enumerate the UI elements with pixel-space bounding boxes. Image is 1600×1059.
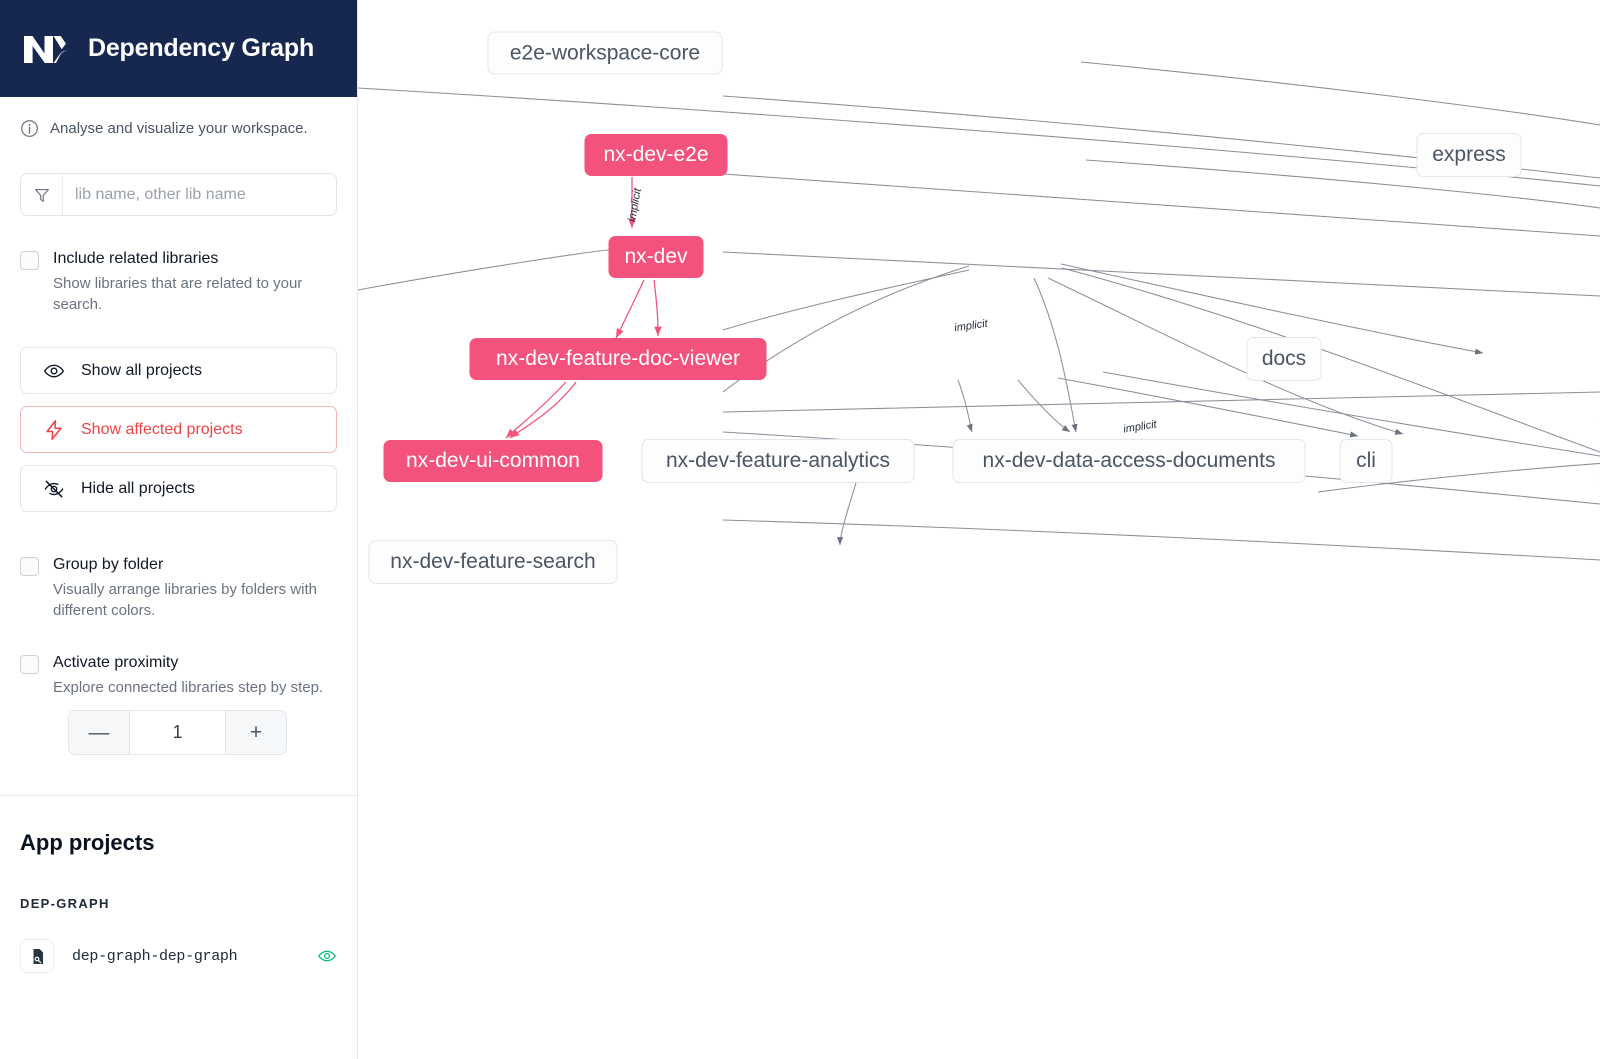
dependency-graph-app: Dependency Graph Analyse and visualize y… — [0, 0, 1600, 1059]
graph-node-e2e-workspace-core[interactable]: e2e-workspace-core — [487, 31, 723, 75]
list-item[interactable]: dep-graph-dep-graph — [20, 939, 337, 974]
graph-node-nx-dev-e2e[interactable]: nx-dev-e2e — [584, 134, 728, 176]
graph-node-nx-dev-data-access-documents[interactable]: nx-dev-data-access-documents — [952, 439, 1306, 483]
project-icon — [20, 939, 54, 974]
graph-node-docs[interactable]: docs — [1246, 337, 1322, 381]
projects-heading: App projects — [20, 830, 155, 856]
sidebar: Dependency Graph Analyse and visualize y… — [0, 0, 358, 1059]
graph-node-label: nx-dev-ui-common — [406, 449, 580, 472]
graph-node-label: docs — [1261, 347, 1307, 370]
graph-node-label: nx-dev-feature-search — [390, 550, 596, 573]
hide-all-projects-label: Hide all projects — [81, 479, 195, 497]
activate-proximity-checkbox[interactable] — [20, 655, 39, 675]
proximity-value[interactable]: 1 — [129, 711, 226, 755]
graph-node-label: nx-dev-data-access-documents — [982, 449, 1276, 472]
group-by-folder-checkbox[interactable] — [20, 557, 39, 577]
include-related-row[interactable]: Include related libraries Show libraries… — [0, 248, 357, 315]
filter-icon — [21, 174, 63, 215]
graph-node-nx-dev-ui-common[interactable]: nx-dev-ui-common — [383, 440, 603, 482]
graph-node-label: nx-dev-e2e — [603, 143, 709, 166]
show-all-projects-button[interactable]: Show all projects — [20, 347, 337, 395]
graph-node-label: nx-dev-feature-doc-viewer — [496, 347, 740, 370]
graph-canvas[interactable]: e2e-workspace-core nx-dev-e2e express nx-de… — [358, 0, 1600, 1059]
include-related-description: Show libraries that are related to your … — [53, 274, 303, 313]
proximity-decrement-button[interactable]: — — [69, 711, 129, 755]
graph-node-cli[interactable]: cli — [1339, 439, 1393, 483]
graph-node-label: e2e-workspace-core — [509, 41, 701, 64]
group-by-folder-label: Group by folder — [53, 556, 164, 574]
eye-off-icon — [43, 478, 65, 500]
graph-node-label: express — [1432, 143, 1506, 166]
show-affected-projects-label: Show affected projects — [81, 420, 243, 438]
include-related-label: Include related libraries — [53, 250, 219, 267]
visibility-button-group: Show all projects Show affected projects — [0, 347, 357, 513]
tagline: Analyse and visualize your workspace. — [0, 97, 357, 138]
graph-node-express[interactable]: express — [1416, 133, 1522, 177]
hide-all-projects-button[interactable]: Hide all projects — [20, 465, 337, 513]
app-title: Dependency Graph — [88, 34, 315, 62]
include-related-checkbox[interactable] — [20, 251, 39, 270]
graph-edges — [358, 61, 1600, 561]
graph-node-label: nx-dev-feature-analytics — [665, 449, 891, 472]
lightning-icon — [43, 419, 65, 441]
proximity-stepper[interactable]: — 1 + — [68, 710, 287, 756]
show-all-projects-label: Show all projects — [81, 361, 202, 379]
graph-node-label: nx-dev — [624, 245, 688, 268]
project-name: dep-graph-dep-graph — [72, 947, 238, 965]
activate-proximity-description: Explore connected libraries step by step… — [53, 678, 324, 696]
activate-proximity-row[interactable]: Activate proximity Explore connected lib… — [0, 652, 357, 698]
eye-icon[interactable] — [317, 946, 337, 966]
graph-node-nx-dev-feature-doc-viewer[interactable]: nx-dev-feature-doc-viewer — [469, 338, 767, 380]
tagline-text: Analyse and visualize your workspace. — [50, 120, 308, 137]
search-input-wrapper[interactable] — [20, 173, 337, 216]
eye-icon — [43, 360, 65, 382]
filter-section — [0, 138, 357, 216]
search-input[interactable] — [63, 174, 336, 215]
graph-node-label: cli — [1356, 449, 1376, 472]
graph-node-nx-dev-feature-analytics[interactable]: nx-dev-feature-analytics — [641, 439, 915, 483]
group-by-folder-description: Visually arrange libraries by folders wi… — [53, 580, 318, 620]
proximity-increment-button[interactable]: + — [226, 711, 286, 755]
projects-section: App projects DEP-GRAPH dep-graph-dep-gra… — [0, 796, 357, 974]
nx-logo-icon — [20, 29, 72, 69]
group-by-folder-row[interactable]: Group by folder Visually arrange librari… — [0, 554, 357, 621]
graph-node-nx-dev-feature-search[interactable]: nx-dev-feature-search — [368, 540, 618, 584]
project-group-label: DEP-GRAPH — [20, 896, 110, 912]
info-icon — [20, 119, 39, 138]
app-header: Dependency Graph — [0, 0, 357, 97]
show-affected-projects-button[interactable]: Show affected projects — [20, 406, 337, 454]
graph-node-nx-dev[interactable]: nx-dev — [608, 236, 704, 278]
activate-proximity-label: Activate proximity — [53, 654, 179, 672]
